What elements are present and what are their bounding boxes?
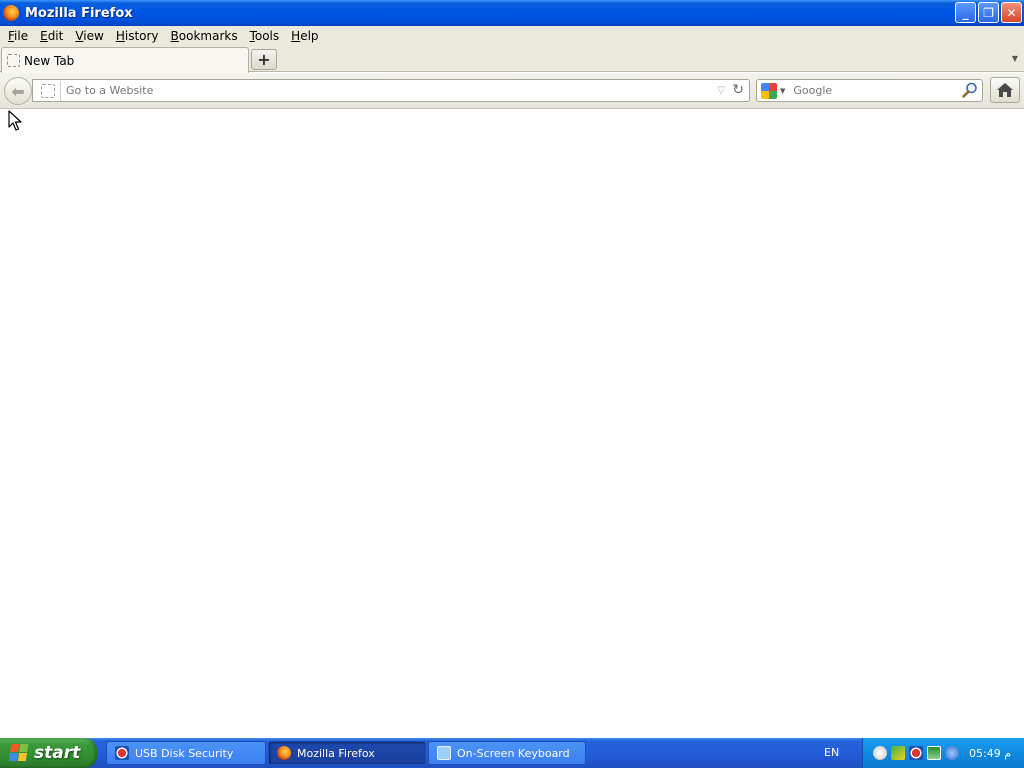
menu-label: ile xyxy=(14,29,29,43)
menu-label: elp xyxy=(300,29,319,43)
home-icon xyxy=(997,83,1013,97)
task-usb-disk-security[interactable]: USB Disk Security xyxy=(106,741,266,765)
search-bar[interactable]: ▼ xyxy=(756,79,983,102)
menu-label: ools xyxy=(254,29,280,43)
task-label: On-Screen Keyboard xyxy=(457,746,570,760)
menu-accel: B xyxy=(170,29,179,43)
system-tray: 05:49 م xyxy=(862,738,1024,768)
url-input[interactable] xyxy=(66,84,686,97)
usb-icon xyxy=(115,746,129,760)
close-button[interactable]: ✕ xyxy=(1001,2,1022,23)
menu-tools[interactable]: Tools xyxy=(244,29,286,43)
url-separator xyxy=(60,80,61,101)
language-indicator[interactable]: EN xyxy=(824,746,839,759)
menu-label: dit xyxy=(47,29,64,43)
firefox-icon xyxy=(277,746,291,760)
menu-view[interactable]: View xyxy=(69,29,109,43)
magnifier-icon[interactable] xyxy=(961,81,979,99)
tab-label: New Tab xyxy=(24,53,75,68)
messenger-icon[interactable] xyxy=(873,746,887,760)
windows-flag-icon xyxy=(8,744,30,762)
back-arrow-icon: ⬅ xyxy=(11,81,25,101)
start-label: start xyxy=(34,743,81,763)
start-button[interactable]: start xyxy=(0,738,97,768)
task-on-screen-keyboard[interactable]: On-Screen Keyboard xyxy=(428,741,586,765)
menu-label: ookmarks xyxy=(178,29,238,43)
restore-button[interactable]: ❐ xyxy=(978,2,999,23)
tab-list-dropdown-icon[interactable]: ▼ xyxy=(1012,54,1018,63)
menu-history[interactable]: History xyxy=(110,29,165,43)
usb-icon[interactable] xyxy=(909,746,923,760)
reload-icon[interactable]: ↻ xyxy=(732,82,744,98)
site-identity-icon[interactable] xyxy=(41,83,55,98)
menu-accel: H xyxy=(115,29,125,43)
menu-label: iew xyxy=(83,29,104,43)
menu-bookmarks[interactable]: Bookmarks xyxy=(165,29,244,43)
task-label: USB Disk Security xyxy=(135,746,234,760)
menu-help[interactable]: Help xyxy=(285,29,324,43)
blank-page-icon xyxy=(7,54,20,67)
minimize-button[interactable]: _ xyxy=(955,2,976,23)
clock[interactable]: 05:49 م xyxy=(969,747,1011,760)
search-input[interactable] xyxy=(793,84,954,97)
url-bar[interactable]: ▽ ↻ xyxy=(32,79,750,102)
window-title: Mozilla Firefox xyxy=(25,5,133,21)
window-controls: _ ❐ ✕ xyxy=(955,2,1022,23)
google-icon[interactable] xyxy=(761,82,777,99)
window-title-bar[interactable]: Mozilla Firefox _ ❐ ✕ xyxy=(0,0,1024,26)
firefox-icon xyxy=(3,5,19,21)
page-content[interactable] xyxy=(0,110,1024,738)
security-shield-icon[interactable] xyxy=(891,746,905,760)
mouse-cursor-icon xyxy=(8,110,22,131)
history-dropmarker-icon[interactable]: ▽ xyxy=(717,85,725,96)
keyboard-icon xyxy=(437,746,451,760)
update-icon[interactable] xyxy=(945,746,959,760)
engine-dropdown-icon[interactable]: ▼ xyxy=(780,87,785,95)
task-mozilla-firefox[interactable]: Mozilla Firefox xyxy=(268,741,426,765)
tab-strip: New Tab + ▼ xyxy=(0,46,1024,73)
taskbar: start USB Disk Security Mozilla Firefox … xyxy=(0,738,1024,768)
menu-file[interactable]: File xyxy=(2,29,34,43)
menu-accel: E xyxy=(40,29,48,43)
menu-label: istory xyxy=(124,29,159,43)
navigation-toolbar: ▽ ↻ ⬅ ▼ xyxy=(0,73,1024,109)
new-tab-button[interactable]: + xyxy=(251,49,277,70)
menu-edit[interactable]: Edit xyxy=(34,29,69,43)
home-button[interactable] xyxy=(990,77,1020,103)
menu-bar: File Edit View History Bookmarks Tools H… xyxy=(0,26,1024,46)
network-icon[interactable] xyxy=(927,746,941,760)
tab-new-tab[interactable]: New Tab xyxy=(1,47,249,73)
back-button[interactable]: ⬅ xyxy=(4,77,32,105)
task-label: Mozilla Firefox xyxy=(297,746,375,760)
menu-accel: H xyxy=(291,29,301,43)
